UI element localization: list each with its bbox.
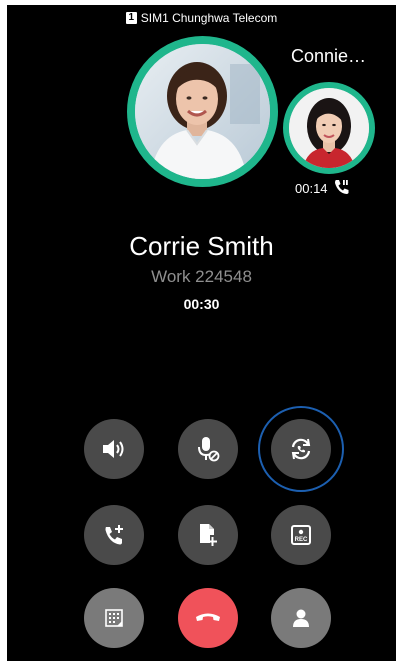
speaker-button[interactable] xyxy=(84,419,144,479)
swap-call-button[interactable] xyxy=(271,419,331,479)
end-call-button[interactable] xyxy=(178,588,238,648)
contact-icon xyxy=(291,608,311,628)
end-call-icon xyxy=(195,611,221,625)
sim-badge: 1 xyxy=(125,12,137,24)
add-call-button[interactable] xyxy=(84,505,144,565)
second-call-timer: 00:14 xyxy=(295,181,328,196)
add-note-icon xyxy=(198,523,218,547)
dialpad-icon xyxy=(104,608,124,628)
second-call-status: 00:14 xyxy=(295,179,351,198)
second-caller-photo xyxy=(289,88,369,168)
svg-text:REC: REC xyxy=(295,537,308,543)
caller-name: Corrie Smith xyxy=(129,231,274,261)
caller-number: Work 224548 xyxy=(151,267,252,286)
record-button[interactable]: REC xyxy=(271,505,331,565)
add-note-button[interactable] xyxy=(178,505,238,565)
mute-button[interactable] xyxy=(178,419,238,479)
on-hold-icon xyxy=(333,179,351,198)
status-bar: 1 SIM1 Chunghwa Telecom xyxy=(7,5,396,31)
call-timer: 00:30 xyxy=(183,296,220,312)
main-caller-photo xyxy=(135,44,270,179)
contacts-button[interactable] xyxy=(271,588,331,648)
call-screen: 1 SIM1 Chunghwa Telecom Connie… 00:14 Co… xyxy=(7,5,396,661)
speaker-icon xyxy=(101,438,127,460)
mic-mute-icon xyxy=(196,436,220,462)
second-caller-name: Connie… xyxy=(291,46,367,66)
add-call-icon xyxy=(103,524,125,546)
carrier-name: SIM1 Chunghwa Telecom xyxy=(140,11,278,25)
swap-call-icon xyxy=(289,437,313,461)
rec-icon: REC xyxy=(290,524,312,546)
dialpad-button[interactable] xyxy=(84,588,144,648)
main-caller-avatar xyxy=(127,36,278,187)
second-caller-avatar[interactable] xyxy=(283,82,375,174)
